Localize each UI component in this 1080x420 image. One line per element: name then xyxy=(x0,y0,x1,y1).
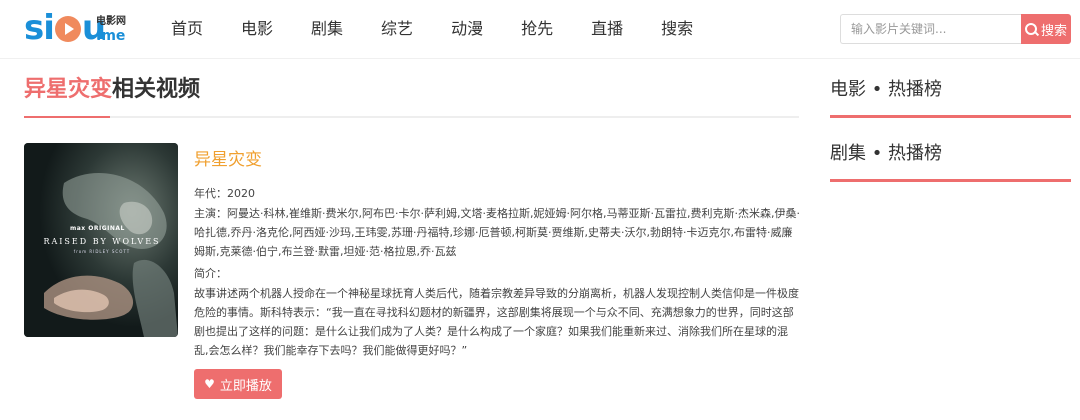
sidebar-series-ranking: 剧集 • 热播榜 xyxy=(830,141,1071,182)
play-now-label: 立即播放 xyxy=(219,378,272,394)
section-divider-accent xyxy=(24,116,110,118)
logo-domain: .me xyxy=(96,28,126,44)
search-input[interactable] xyxy=(840,14,1029,44)
section-title: 异星灾变相关视频 xyxy=(24,74,200,106)
main-nav: 首页 电影 剧集 综艺 动漫 抢先 直播 搜索 xyxy=(150,0,710,58)
nav-preview[interactable]: 抢先 xyxy=(521,0,553,58)
nav-series[interactable]: 剧集 xyxy=(311,0,343,58)
movie-year: 年代：2020 xyxy=(194,184,255,203)
poster-credit: from RIDLEY SCOTT xyxy=(73,249,131,254)
year-label: 年代： xyxy=(194,187,227,200)
year-value: 2020 xyxy=(227,187,255,200)
cast-value: 阿曼达·科林,崔维斯·费米尔,阿布巴·卡尔·萨利姆,文塔·麦格拉斯,妮娅姆·阿尔… xyxy=(194,207,800,258)
site-logo[interactable]: si u 电影网 .me xyxy=(24,8,134,50)
movie-cast: 主演：阿曼达·科林,崔维斯·费米尔,阿布巴·卡尔·萨利姆,文塔·麦格拉斯,妮娅姆… xyxy=(194,204,800,261)
search-icon xyxy=(1024,23,1037,35)
logo-subtitle: 电影网 xyxy=(96,16,126,27)
search-button[interactable]: 搜索 xyxy=(1021,14,1071,44)
sidebar-movies-ranking: 电影 • 热播榜 xyxy=(830,77,1071,118)
movie-poster[interactable]: max ORIGINAL RAISED BY WOLVES from RIDLE… xyxy=(24,143,178,337)
play-now-button[interactable]: ♥ 立即播放 xyxy=(194,369,282,399)
nav-anime[interactable]: 动漫 xyxy=(451,0,483,58)
poster-title: RAISED BY WOLVES xyxy=(43,237,161,246)
sidebar-movies-title: 电影 • 热播榜 xyxy=(830,79,943,100)
heart-icon: ♥ xyxy=(204,377,215,391)
logo-text: si u xyxy=(24,8,106,48)
search-button-label: 搜索 xyxy=(1040,23,1067,39)
movie-intro: 故事讲述两个机器人授命在一个神秘星球抚育人类后代，随着宗教差异导致的分崩离析，机… xyxy=(194,287,799,357)
nav-movies[interactable]: 电影 xyxy=(241,0,273,58)
nav-search[interactable]: 搜索 xyxy=(661,0,693,58)
sidebar-series-title: 剧集 • 热播榜 xyxy=(830,143,943,164)
header: siu 电影网 .me 首页 电影 剧集 综艺 动漫 抢先 直播 搜索 搜索 xyxy=(0,0,1080,59)
poster-brand: max ORIGINAL xyxy=(70,225,125,232)
intro-label: 简介： xyxy=(194,267,227,280)
sidebar-movies-divider xyxy=(830,115,1071,118)
section-title-highlight: 异星灾变 xyxy=(24,77,113,102)
nav-live[interactable]: 直播 xyxy=(591,0,623,58)
section-title-rest: 相关视频 xyxy=(112,77,201,102)
section-divider xyxy=(24,116,799,118)
cast-label: 主演： xyxy=(194,207,227,220)
sidebar-series-divider xyxy=(830,179,1071,182)
play-icon xyxy=(54,16,81,42)
search-bar: 搜索 xyxy=(840,14,1071,44)
movie-title[interactable]: 异星灾变 xyxy=(194,148,262,172)
nav-variety[interactable]: 综艺 xyxy=(381,0,413,58)
nav-home[interactable]: 首页 xyxy=(171,0,203,58)
